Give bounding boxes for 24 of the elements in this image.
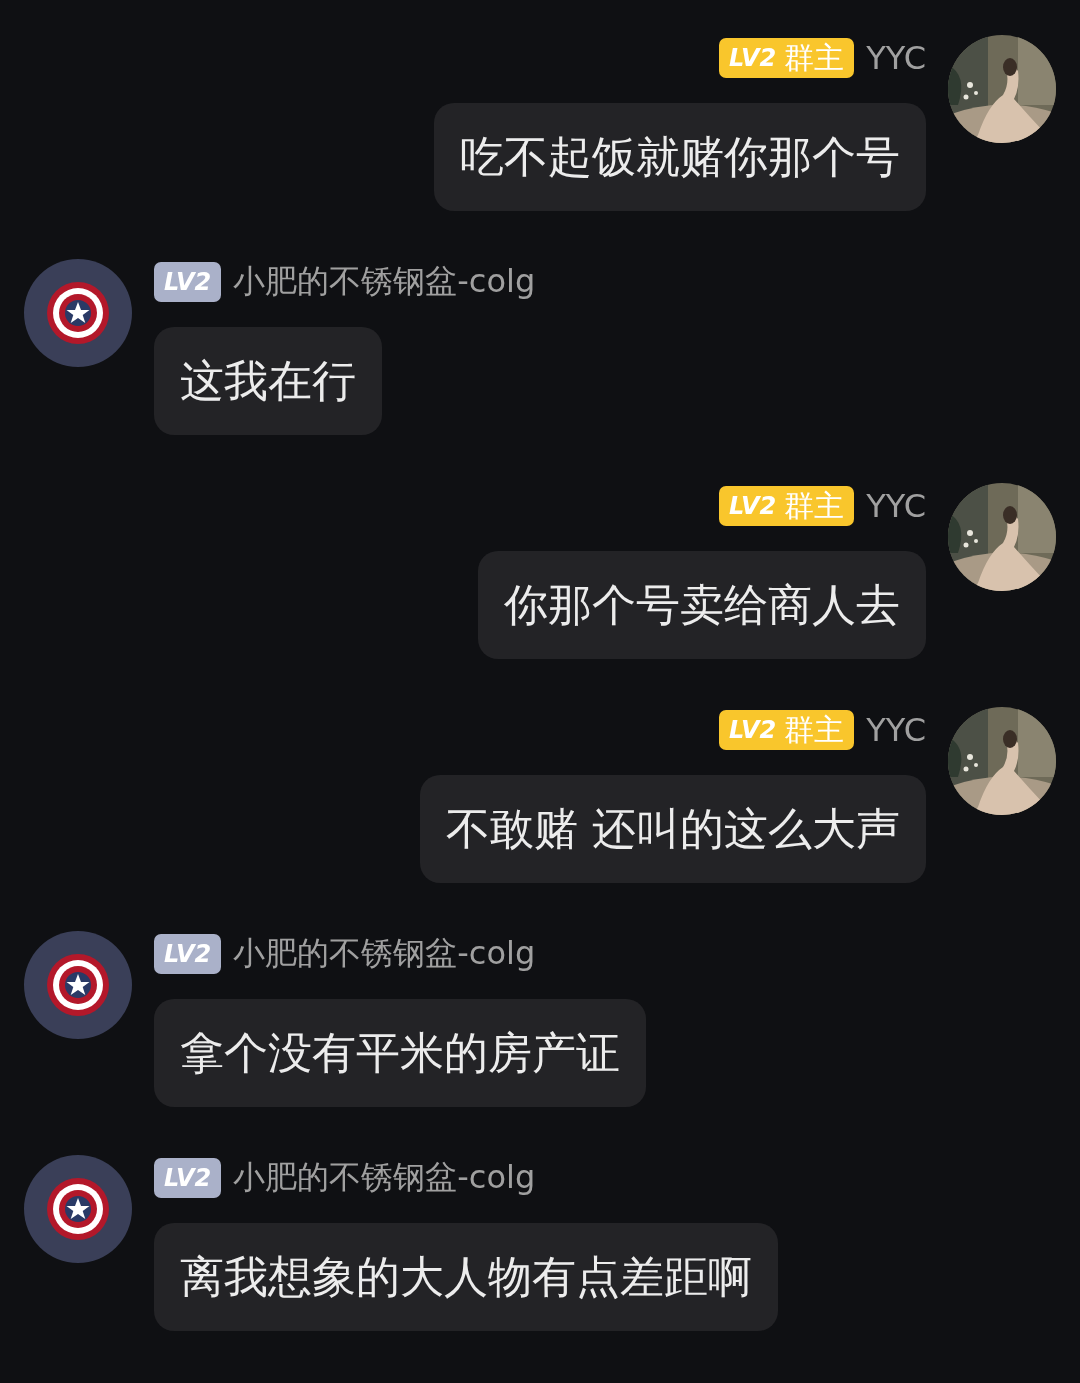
role-text: 群主 [784,38,845,77]
shield-avatar-icon[interactable] [24,259,132,367]
message-bubble[interactable]: 吃不起饭就赌你那个号 [434,103,926,211]
user-name[interactable]: YYC [866,39,926,77]
role-text: 群主 [784,710,845,749]
shield-avatar-icon[interactable] [24,1155,132,1263]
role-text: 群主 [784,486,845,525]
message-bubble[interactable]: 这我在行 [154,327,382,435]
level-text: LV2 [164,940,212,968]
level-text: LV2 [164,1164,212,1192]
level-text: LV2 [729,492,777,520]
message-bubble[interactable]: 离我想象的大人物有点差距啊 [154,1223,778,1331]
user-name[interactable]: 小肥的不锈钢盆-colg [233,1156,536,1200]
user-name[interactable]: 小肥的不锈钢盆-colg [233,260,536,304]
level-text: LV2 [729,44,777,72]
shield-avatar-icon[interactable] [24,931,132,1039]
level-text: LV2 [729,716,777,744]
user-name[interactable]: YYC [866,711,926,749]
user-name[interactable]: 小肥的不锈钢盆-colg [233,932,536,976]
message-bubble[interactable]: 拿个没有平米的房产证 [154,999,646,1107]
user-name[interactable]: YYC [866,487,926,525]
message-bubble[interactable]: 不敢赌 还叫的这么大声 [420,775,926,883]
message-bubble[interactable]: 你那个号卖给商人去 [478,551,926,659]
level-text: LV2 [164,268,212,296]
